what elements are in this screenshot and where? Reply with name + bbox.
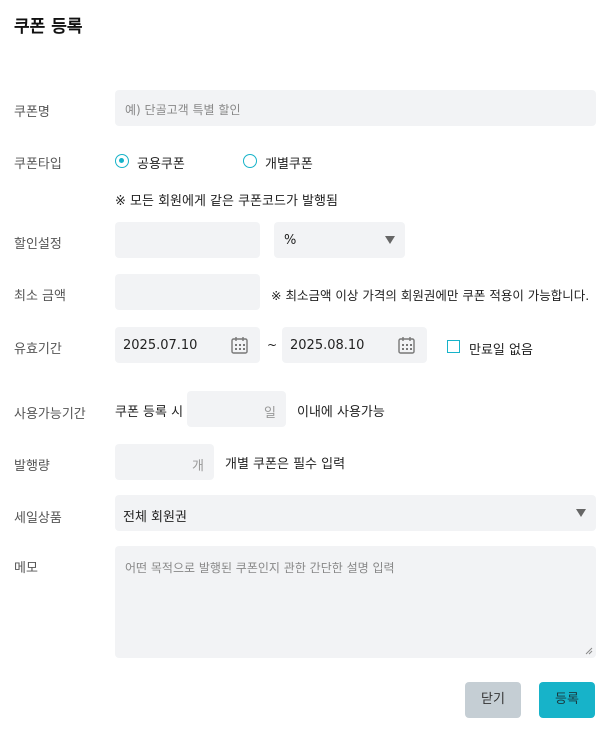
chevron-down-icon [385, 236, 395, 244]
no-expiry-checkbox[interactable] [447, 340, 460, 353]
coupon-name-placeholder: 예) 단골고객 특별 할인 [125, 103, 241, 117]
start-date-value: 2025.07.10 [123, 338, 198, 353]
end-date-value: 2025.08.10 [290, 338, 365, 353]
radio-public-coupon[interactable] [115, 154, 129, 168]
sale-item-label: 세일상품 [14, 511, 62, 526]
date-range-separator: ~ [267, 338, 278, 352]
coupon-name-input[interactable]: 예) 단골고객 특별 할인 [115, 90, 596, 126]
usable-period-label: 사용가능기간 [14, 407, 86, 422]
sale-item-select[interactable]: 전체 회원권 [115, 495, 596, 531]
usable-prefix-text: 쿠폰 등록 시 [115, 405, 184, 420]
resize-handle-icon[interactable] [585, 647, 593, 655]
min-amount-label: 최소 금액 [14, 289, 66, 304]
discount-value-input[interactable] [115, 222, 260, 258]
usable-days-unit: 일 [264, 406, 276, 421]
calendar-icon[interactable] [398, 336, 415, 354]
issue-qty-note: 개별 쿠폰은 필수 입력 [225, 457, 346, 472]
coupon-type-label: 쿠폰타입 [14, 157, 62, 172]
calendar-icon[interactable] [231, 336, 248, 354]
usable-days-input[interactable]: 일 [187, 391, 286, 427]
sale-item-value: 전체 회원권 [123, 510, 187, 525]
chevron-down-icon [576, 509, 586, 517]
end-date-input[interactable]: 2025.08.10 [282, 327, 427, 363]
start-date-input[interactable]: 2025.07.10 [115, 327, 260, 363]
radio-individual-coupon-label[interactable]: 개별쿠폰 [265, 153, 313, 172]
usable-suffix-text: 이내에 사용가능 [297, 405, 385, 420]
page-title: 쿠폰 등록 [14, 17, 83, 37]
no-expiry-label[interactable]: 만료일 없음 [469, 339, 533, 358]
radio-individual-coupon[interactable] [243, 154, 257, 168]
radio-public-coupon-label[interactable]: 공용쿠폰 [137, 153, 185, 172]
discount-unit-value: % [284, 233, 297, 248]
min-amount-input[interactable] [115, 274, 260, 310]
validity-label: 유효기간 [14, 342, 62, 357]
memo-label: 메모 [14, 561, 38, 576]
close-button[interactable]: 닫기 [465, 682, 521, 718]
memo-textarea[interactable]: 어떤 목적으로 발행된 쿠폰인지 관한 간단한 설명 입력 [115, 546, 596, 658]
issue-qty-input[interactable]: 개 [115, 444, 214, 480]
discount-label: 할인설정 [14, 237, 62, 252]
discount-unit-select[interactable]: % [274, 222, 405, 258]
coupon-name-label: 쿠폰명 [14, 105, 50, 120]
memo-placeholder: 어떤 목적으로 발행된 쿠폰인지 관한 간단한 설명 입력 [125, 561, 395, 575]
register-button[interactable]: 등록 [539, 682, 595, 718]
min-amount-note: ※ 최소금액 이상 가격의 회원권에만 쿠폰 적용이 가능합니다. [271, 288, 590, 303]
coupon-type-note: ※ 모든 회원에게 같은 쿠폰코드가 발행됨 [115, 194, 338, 209]
issue-qty-unit: 개 [192, 459, 204, 474]
issue-qty-label: 발행량 [14, 459, 50, 474]
